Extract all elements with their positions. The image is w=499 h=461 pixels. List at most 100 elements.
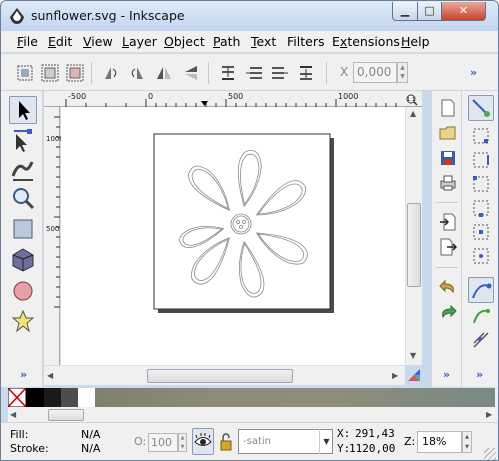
resize-grip[interactable] bbox=[484, 448, 496, 460]
no-paint-swatch[interactable] bbox=[8, 388, 26, 407]
color-manage-icon[interactable] bbox=[407, 368, 421, 382]
menu-view[interactable]: View bbox=[83, 34, 113, 49]
menu-extensions[interactable]: Extensions bbox=[332, 34, 400, 49]
scroll-right-icon[interactable]: ▶ bbox=[392, 371, 398, 380]
tweak-tool[interactable] bbox=[9, 155, 37, 183]
opacity-input[interactable]: 100 bbox=[148, 433, 178, 452]
snap-nodes-button[interactable] bbox=[468, 277, 494, 303]
menu-file[interactable]: File bbox=[17, 34, 38, 49]
cursor-x-label: X: bbox=[337, 427, 351, 440]
snap-bbox-icon[interactable] bbox=[472, 127, 490, 145]
vertical-scrollbar[interactable]: ▲ ▼ bbox=[405, 107, 422, 365]
palette-scroll-right-icon[interactable]: ▶ bbox=[486, 410, 492, 419]
color-swatch[interactable] bbox=[61, 388, 78, 407]
cursor-x-value: 291,43 bbox=[355, 427, 395, 440]
opacity-spinner[interactable]: ▲ ▼ bbox=[178, 433, 187, 452]
print-icon[interactable] bbox=[439, 174, 457, 192]
selector-tool[interactable] bbox=[9, 96, 37, 124]
page-border bbox=[153, 133, 331, 310]
menu-edit[interactable]: Edit bbox=[48, 34, 72, 49]
snap-bbox-center-icon[interactable] bbox=[472, 223, 490, 241]
snap-overflow-button[interactable]: » bbox=[476, 368, 483, 381]
commands-overflow-button[interactable]: » bbox=[443, 368, 450, 381]
3d-box-tool[interactable] bbox=[9, 246, 37, 274]
snap-page-border-icon[interactable] bbox=[472, 247, 490, 265]
stroke-value[interactable]: N/A bbox=[81, 442, 100, 455]
ruler-label: 0 bbox=[148, 92, 154, 101]
flip-vertical-icon[interactable] bbox=[181, 63, 201, 83]
x-spinner[interactable]: ▲ ▼ bbox=[397, 62, 408, 83]
chevron-down-icon[interactable]: ▼ bbox=[319, 429, 333, 454]
save-icon[interactable] bbox=[439, 149, 457, 167]
snap-bbox-corner-icon[interactable] bbox=[472, 175, 490, 193]
color-swatch[interactable] bbox=[44, 388, 61, 407]
color-swatch[interactable] bbox=[78, 388, 95, 407]
zoom-spinner[interactable]: ▲ ▼ bbox=[462, 431, 472, 453]
scroll-down-icon[interactable]: ▼ bbox=[410, 351, 416, 360]
color-swatch[interactable] bbox=[26, 388, 44, 407]
vertical-scroll-thumb[interactable] bbox=[407, 203, 421, 287]
lower-to-bottom-icon[interactable] bbox=[218, 63, 238, 83]
menu-label: ext bbox=[256, 34, 277, 49]
3d-box-icon bbox=[12, 248, 34, 272]
ellipse-tool[interactable] bbox=[9, 277, 37, 305]
horizontal-scroll-thumb[interactable] bbox=[147, 369, 293, 383]
snap-intersections-icon[interactable] bbox=[472, 331, 490, 349]
export-icon[interactable] bbox=[439, 238, 457, 256]
zoom-fit-icon[interactable]: 1:1 bbox=[406, 94, 418, 106]
flip-horizontal-icon[interactable] bbox=[154, 63, 174, 83]
import-icon[interactable] bbox=[439, 213, 457, 231]
fill-value[interactable]: N/A bbox=[81, 428, 100, 441]
menu-layer[interactable]: Layer bbox=[122, 34, 157, 49]
rotate-ccw-icon[interactable] bbox=[101, 63, 121, 83]
zoom-input[interactable]: 18% bbox=[417, 431, 462, 453]
undo-icon[interactable] bbox=[439, 278, 457, 296]
spin-down-icon: ▼ bbox=[400, 73, 405, 80]
toolbox-overflow-button[interactable]: » bbox=[20, 368, 27, 381]
menu-text[interactable]: Text bbox=[251, 34, 276, 49]
menu-help[interactable]: Help bbox=[401, 34, 430, 49]
layer-visibility-button[interactable] bbox=[192, 428, 214, 455]
select-all-icon[interactable] bbox=[15, 63, 35, 83]
horizontal-scrollbar[interactable]: ◀ ▶ bbox=[44, 365, 405, 385]
snap-bbox-midpoint-icon[interactable] bbox=[472, 199, 490, 217]
star-tool[interactable] bbox=[9, 307, 37, 335]
x-coordinate-input[interactable]: 0,000 bbox=[353, 62, 397, 83]
zoom-tool[interactable] bbox=[9, 184, 37, 212]
arrow-icon bbox=[19, 101, 30, 120]
rectangle-tool[interactable] bbox=[9, 215, 37, 243]
menu-accel: E bbox=[48, 34, 56, 49]
palette-scroll-left-icon[interactable]: ◀ bbox=[10, 410, 16, 419]
snap-bbox-edge-icon[interactable] bbox=[472, 151, 490, 169]
scroll-up-icon[interactable]: ▲ bbox=[410, 109, 416, 118]
new-document-icon[interactable] bbox=[439, 99, 457, 117]
lock-icon[interactable] bbox=[219, 433, 233, 451]
redo-icon[interactable] bbox=[439, 303, 457, 321]
palette-scrollbar[interactable]: ◀ ▶ bbox=[8, 408, 498, 422]
menu-filters[interactable]: Filters bbox=[287, 34, 324, 49]
drawing-canvas[interactable] bbox=[61, 107, 405, 365]
rotate-cw-icon[interactable] bbox=[127, 63, 147, 83]
svg-text:1:1: 1:1 bbox=[407, 97, 415, 103]
scroll-left-icon[interactable]: ◀ bbox=[47, 371, 53, 380]
separator bbox=[436, 202, 458, 203]
star-icon bbox=[11, 309, 35, 333]
maximize-button[interactable]: □ bbox=[417, 2, 442, 21]
select-all-in-all-layers-icon[interactable] bbox=[40, 63, 60, 83]
snap-toggle-button[interactable] bbox=[468, 95, 494, 121]
palette-scroll-thumb[interactable] bbox=[48, 409, 84, 421]
toolbar-overflow-button[interactable]: » bbox=[470, 66, 477, 79]
deselect-icon[interactable] bbox=[65, 63, 85, 83]
raise-to-top-icon[interactable] bbox=[296, 63, 316, 83]
minimize-button[interactable]: ▁ bbox=[392, 2, 418, 21]
node-tool[interactable] bbox=[9, 127, 37, 155]
color-swatch-strip[interactable] bbox=[95, 388, 495, 407]
menu-object[interactable]: Object bbox=[164, 34, 205, 49]
menu-path[interactable]: Path bbox=[213, 34, 240, 49]
raise-icon[interactable] bbox=[270, 63, 290, 83]
snap-paths-icon[interactable] bbox=[472, 307, 490, 325]
close-icon: ✕ bbox=[458, 4, 469, 17]
close-button[interactable]: ✕ bbox=[441, 2, 486, 21]
lower-icon[interactable] bbox=[244, 63, 264, 83]
open-folder-icon[interactable] bbox=[439, 124, 457, 142]
